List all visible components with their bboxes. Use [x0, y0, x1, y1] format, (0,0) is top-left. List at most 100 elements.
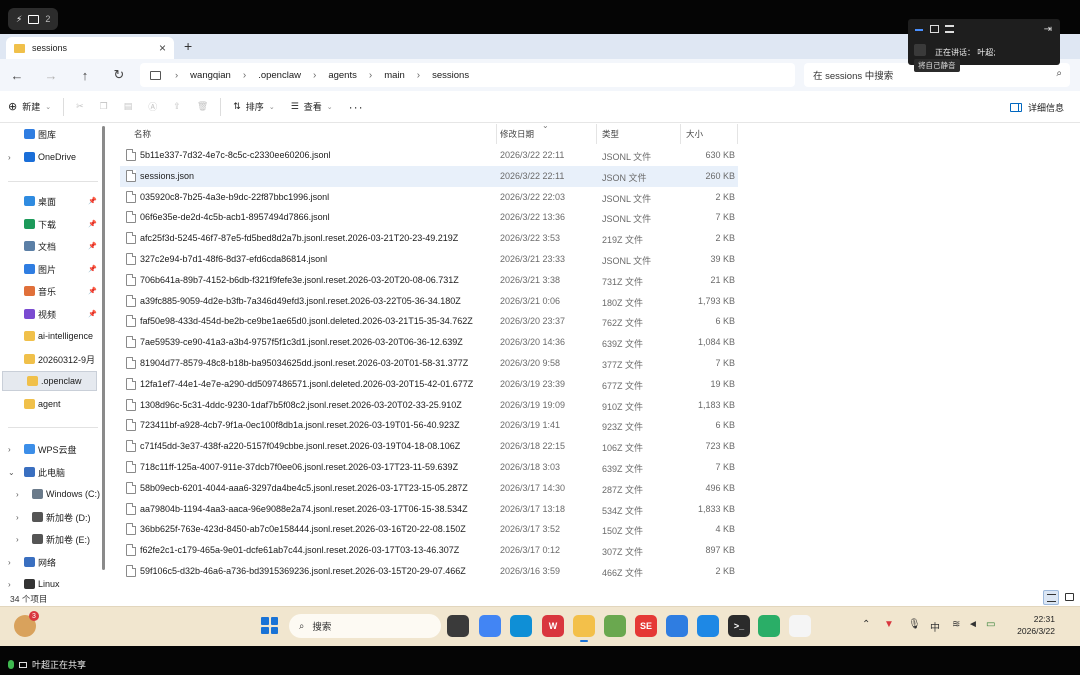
more-options-button[interactable]: ···: [341, 91, 372, 123]
tab-sessions[interactable]: sessions ×: [6, 37, 174, 59]
sidebar-item-openclaw[interactable]: .openclaw: [2, 371, 97, 391]
minimize-icon[interactable]: [915, 29, 923, 31]
refresh-button[interactable]: ↻: [102, 59, 136, 91]
rename-button[interactable]: Ⓐ: [140, 91, 165, 123]
sidebar-item-视频[interactable]: 视频 📌: [0, 304, 104, 324]
breadcrumb-agents[interactable]: agents: [328, 70, 357, 81]
sidebar-item-wps云盘[interactable]: › WPS云盘: [0, 439, 104, 459]
sidebar-item-windows-c[interactable]: › Windows (C:): [0, 484, 104, 504]
taskbar-search[interactable]: ⌕ 搜索: [289, 614, 441, 638]
taskbar-app-app-cloud-icon[interactable]: [697, 615, 719, 637]
file-row[interactable]: 035920c8-7b25-4a3e-b9dc-22f87bbc1996.jso…: [120, 187, 738, 208]
file-row[interactable]: f62fe2c1-c179-465a-9e01-dcfe61ab7c44.jso…: [120, 540, 738, 561]
file-row[interactable]: 12fa1ef7-44e1-4e7e-a290-dd5097486571.jso…: [120, 374, 738, 395]
file-row[interactable]: aa79804b-1194-4aa3-aaca-96e9088e2a74.jso…: [120, 499, 738, 520]
new-button[interactable]: ⊕ 新建 ⌄: [0, 91, 59, 123]
taskbar-app-wechat-icon[interactable]: [758, 615, 780, 637]
details-view-button[interactable]: [1043, 590, 1059, 605]
menu-icon[interactable]: [945, 25, 954, 33]
taskbar-app-terminal-icon[interactable]: >_: [728, 615, 750, 637]
chevron-icon[interactable]: ›: [8, 153, 11, 162]
sidebar-item-ai-intelligence[interactable]: ai-intelligence: [0, 326, 104, 346]
collapse-icon[interactable]: ⇥: [1044, 24, 1052, 35]
delete-button[interactable]: 🗑: [189, 91, 216, 123]
column-divider[interactable]: [596, 124, 597, 144]
breadcrumb-sessions[interactable]: sessions: [432, 70, 469, 81]
column-name[interactable]: 名称: [134, 128, 151, 140]
file-row[interactable]: sessions.json 2026/3/22 22:11 JSON 文件 260 K…: [120, 165, 738, 187]
forward-button[interactable]: →: [34, 59, 68, 91]
file-row[interactable]: 06f6e35e-de2d-4c5b-acb1-8957494d7866.jso…: [120, 207, 738, 228]
chevron-icon[interactable]: ›: [8, 445, 11, 454]
share-button[interactable]: ⇪: [165, 91, 189, 123]
taskbar-app-wps-icon[interactable]: W: [542, 615, 564, 637]
cut-button[interactable]: ✂: [68, 91, 92, 123]
wifi-icon[interactable]: ≋: [952, 619, 960, 630]
file-row[interactable]: 1308d96c-5c31-4ddc-9230-1daf7b5f08c2.jso…: [120, 395, 738, 416]
back-button[interactable]: ←: [0, 59, 34, 91]
file-row[interactable]: 81904d77-8579-48c8-b18b-ba95034625dd.jso…: [120, 353, 738, 374]
chevron-icon[interactable]: ›: [8, 558, 11, 567]
taskbar-app-edge-icon[interactable]: [510, 615, 532, 637]
sort-button[interactable]: ⇅ 排序 ⌄: [225, 91, 282, 123]
sidebar-item-20260312-9月[interactable]: 20260312-9月: [0, 349, 104, 369]
chevron-icon[interactable]: ›: [16, 490, 19, 499]
column-divider[interactable]: [737, 124, 738, 144]
address-bar[interactable]: › wangqian › .openclaw › agents › main ›…: [140, 63, 795, 87]
up-button[interactable]: ↑: [68, 59, 102, 91]
sidebar-item-此电脑[interactable]: ⌄ 此电脑: [0, 462, 104, 482]
copy-button[interactable]: ❐: [92, 91, 116, 123]
file-row[interactable]: 36bb625f-763e-423d-8450-ab7c0e158444.jso…: [120, 519, 738, 540]
show-hidden-icons[interactable]: ⌃: [862, 619, 870, 630]
widgets-button[interactable]: 3: [14, 611, 39, 637]
file-row[interactable]: 59f106c5-d32b-46a6-a736-bd3915369236.jso…: [120, 561, 738, 582]
chevron-icon[interactable]: ›: [16, 535, 19, 544]
sidebar-item-网络[interactable]: › 网络: [0, 552, 104, 572]
battery-icon[interactable]: ▭: [986, 619, 995, 630]
sidebar-item-文档[interactable]: 文档 📌: [0, 236, 104, 256]
sidebar-item-agent[interactable]: agent: [0, 394, 104, 414]
column-divider[interactable]: [496, 124, 497, 144]
sidebar-item-图片[interactable]: 图片 📌: [0, 259, 104, 279]
breadcrumb-main[interactable]: main: [384, 70, 405, 81]
file-row[interactable]: 718c11ff-125a-4007-911e-37dcb7f0ee06.jso…: [120, 457, 738, 478]
file-row[interactable]: 58b09ecb-6201-4044-aaa6-3297da4be4c5.jso…: [120, 478, 738, 499]
chevron-icon[interactable]: ›: [8, 580, 11, 589]
chevron-icon[interactable]: ⌄: [8, 468, 15, 477]
sidebar-item-新加卷-e[interactable]: › 新加卷 (E:): [0, 529, 104, 549]
sidebar-item-下载[interactable]: 下载 📌: [0, 214, 104, 234]
column-date[interactable]: 修改日期: [500, 128, 534, 140]
file-row[interactable]: faf50e98-433d-454d-be2b-ce9be1ae65d0.jso…: [120, 311, 738, 332]
taskbar-app-taskview-icon[interactable]: [447, 615, 469, 637]
details-pane-button[interactable]: 详细信息: [1009, 91, 1064, 123]
breadcrumb-openclaw[interactable]: .openclaw: [258, 70, 301, 81]
sidebar-item-音乐[interactable]: 音乐 📌: [0, 281, 104, 301]
window-icon[interactable]: [930, 25, 939, 33]
ime-indicator[interactable]: 中: [930, 619, 940, 634]
new-tab-button[interactable]: +: [184, 38, 192, 54]
file-row[interactable]: c71f45dd-3e37-438f-a220-5157f049cbbe.jso…: [120, 436, 738, 457]
file-row[interactable]: 327c2e94-b7d1-48f6-8d37-efd6cda86814.jso…: [120, 249, 738, 270]
paste-button[interactable]: ▤: [116, 91, 141, 123]
breadcrumb-wangqian[interactable]: wangqian: [190, 70, 231, 81]
close-tab-icon[interactable]: ×: [159, 41, 166, 55]
file-row[interactable]: 723411bf-a928-4cb7-9f1a-0ec100f8db1a.jso…: [120, 415, 738, 436]
taskbar-app-app-blue-icon[interactable]: [666, 615, 688, 637]
file-row[interactable]: 5b11e337-7d32-4e7c-8c5c-c2330ee60206.jso…: [120, 145, 738, 166]
sidebar-scrollbar[interactable]: [102, 126, 105, 570]
column-type[interactable]: 类型: [602, 128, 619, 140]
volume-icon[interactable]: ◄: [968, 619, 978, 630]
taskbar-app-app-se-icon[interactable]: SE: [635, 615, 657, 637]
start-button[interactable]: [261, 617, 278, 634]
tiles-view-button[interactable]: [1062, 590, 1078, 605]
clock[interactable]: 22:31 2026/3/22: [1007, 613, 1055, 637]
taskbar-app-app-panda-icon[interactable]: [789, 615, 811, 637]
column-size[interactable]: 大小: [686, 128, 703, 140]
view-button[interactable]: ☰ 查看 ⌄: [283, 91, 341, 123]
file-row[interactable]: a39fc885-9059-4d2e-b3fb-7a346d49efd3.jso…: [120, 291, 738, 312]
sidebar-item-onedrive[interactable]: › OneDrive: [0, 147, 104, 167]
meeting-participants-chip[interactable]: ⚡ 2: [8, 8, 59, 30]
sidebar-item-桌面[interactable]: 桌面 📌: [0, 191, 104, 211]
column-divider[interactable]: [680, 124, 681, 144]
microphone-icon[interactable]: 🎙: [908, 619, 921, 630]
